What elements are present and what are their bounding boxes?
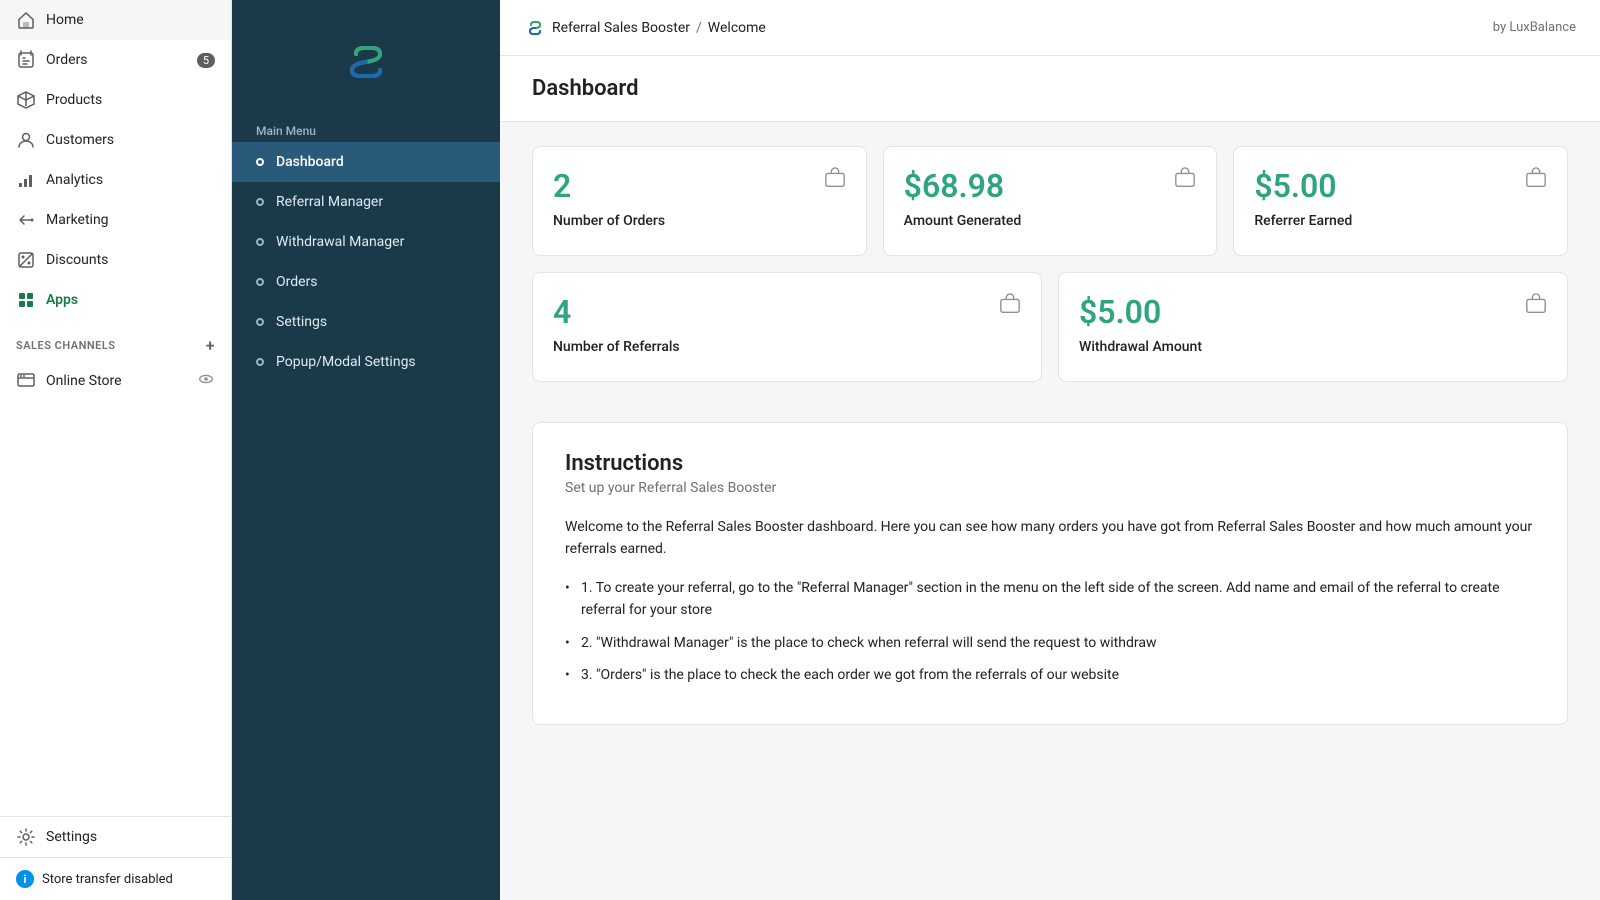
app-sidebar: Main Menu Dashboard Referral Manager Wit… — [232, 0, 500, 900]
bag-icon-amount — [1174, 167, 1196, 194]
content-area: Dashboard 2 Number of Orders $68.98 — [500, 56, 1600, 900]
dot-icon — [256, 358, 264, 366]
stat-value-num-referrals: 4 — [553, 293, 571, 331]
stat-card-header: $5.00 — [1079, 293, 1547, 331]
sidebar-item-settings[interactable]: Settings — [0, 817, 231, 857]
stat-label-amount-generated: Amount Generated — [904, 213, 1197, 229]
marketing-label: Marketing — [46, 212, 109, 228]
dot-icon — [256, 158, 264, 166]
dot-icon — [256, 278, 264, 286]
breadcrumb-separator: / — [696, 20, 702, 36]
breadcrumb: Referral Sales Booster / Welcome — [524, 17, 766, 39]
dot-icon — [256, 198, 264, 206]
bag-icon-referrer — [1525, 167, 1547, 194]
sidebar-item-online-store[interactable]: Online Store — [0, 359, 231, 403]
top-bar: Referral Sales Booster / Welcome by LuxB… — [500, 0, 1600, 56]
stat-value-withdrawal-amount: $5.00 — [1079, 293, 1161, 331]
stat-value-amount-generated: $68.98 — [904, 167, 1005, 205]
info-icon: i — [16, 870, 34, 888]
app-sidebar-item-withdrawal-manager[interactable]: Withdrawal Manager — [232, 222, 500, 262]
app-sidebar-item-orders[interactable]: Orders — [232, 262, 500, 302]
app-sidebar-item-dashboard[interactable]: Dashboard — [232, 142, 500, 182]
sidebar-item-apps[interactable]: Apps — [0, 280, 231, 320]
analytics-icon — [16, 170, 36, 190]
stat-label-num-referrals: Number of Referrals — [553, 339, 1021, 355]
stat-label-num-orders: Number of Orders — [553, 213, 846, 229]
dashboard-title: Dashboard — [532, 76, 1568, 101]
sidebar-item-customers[interactable]: Customers — [0, 120, 231, 160]
by-label: by LuxBalance — [1493, 20, 1576, 35]
stat-card-withdrawal-amount: $5.00 Withdrawal Amount — [1058, 272, 1568, 382]
stat-value-referrer-earned: $5.00 — [1254, 167, 1336, 205]
orders-badge: 5 — [197, 53, 215, 68]
bag-icon-orders — [824, 167, 846, 194]
stat-card-num-orders: 2 Number of Orders — [532, 146, 867, 256]
bag-icon-withdrawal — [1525, 293, 1547, 320]
stat-value-num-orders: 2 — [553, 167, 571, 205]
online-store-icon — [16, 369, 36, 393]
sidebar-item-analytics[interactable]: Analytics — [0, 160, 231, 200]
breadcrumb-app-name: Referral Sales Booster — [552, 20, 690, 36]
store-transfer-bar: i Store transfer disabled — [0, 857, 231, 900]
instructions-subtitle: Set up your Referral Sales Booster — [565, 480, 1535, 496]
app-sidebar-item-referral-manager[interactable]: Referral Manager — [232, 182, 500, 222]
dot-icon — [256, 238, 264, 246]
dot-icon — [256, 318, 264, 326]
stat-label-referrer-earned: Referrer Earned — [1254, 213, 1547, 229]
app-sidebar-section-label: Main Menu — [232, 116, 500, 142]
shopify-nav: Home Orders 5 Products Customers Analy — [0, 0, 231, 320]
instructions-title: Instructions — [565, 451, 1535, 476]
bag-icon-referrals — [999, 293, 1021, 320]
apps-icon — [16, 290, 36, 310]
sidebar-item-orders[interactable]: Orders 5 — [0, 40, 231, 80]
sales-channels-section: SALES CHANNELS + — [0, 320, 231, 359]
stat-card-amount-generated: $68.98 Amount Generated — [883, 146, 1218, 256]
instructions-section: Instructions Set up your Referral Sales … — [532, 422, 1568, 725]
app-logo — [232, 0, 500, 116]
dashboard-header: Dashboard — [500, 56, 1600, 122]
stats-row-2: 4 Number of Referrals $5.00 Withdra — [532, 272, 1568, 382]
products-icon — [16, 90, 36, 110]
sidebar-item-discounts[interactable]: Discounts — [0, 240, 231, 280]
marketing-icon — [16, 210, 36, 230]
instructions-step-3: 3. "Orders" is the place to check the ea… — [565, 664, 1535, 686]
stat-card-header: $5.00 — [1254, 167, 1547, 205]
customers-icon — [16, 130, 36, 150]
settings-icon — [16, 827, 36, 847]
stat-card-header: 4 — [553, 293, 1021, 331]
instructions-intro: Welcome to the Referral Sales Booster da… — [565, 516, 1535, 561]
instructions-step-2: 2. "Withdrawal Manager" is the place to … — [565, 632, 1535, 654]
orders-icon — [16, 50, 36, 70]
sidebar-item-products[interactable]: Products — [0, 80, 231, 120]
instructions-list: 1. To create your referral, go to the "R… — [565, 577, 1535, 687]
main-content: Referral Sales Booster / Welcome by LuxB… — [500, 0, 1600, 900]
discounts-icon — [16, 250, 36, 270]
add-sales-channel-button[interactable]: + — [206, 336, 215, 355]
stat-label-withdrawal-amount: Withdrawal Amount — [1079, 339, 1547, 355]
app-sidebar-item-settings[interactable]: Settings — [232, 302, 500, 342]
shopify-sidebar: Home Orders 5 Products Customers Analy — [0, 0, 232, 900]
instructions-step-1: 1. To create your referral, go to the "R… — [565, 577, 1535, 622]
app-sidebar-item-popup-modal-settings[interactable]: Popup/Modal Settings — [232, 342, 500, 382]
stat-card-header: $68.98 — [904, 167, 1197, 205]
eye-icon — [197, 370, 215, 392]
home-icon — [16, 10, 36, 30]
sidebar-item-home[interactable]: Home — [0, 0, 231, 40]
stats-row-1: 2 Number of Orders $68.98 Amount Ge — [532, 146, 1568, 256]
stat-card-referrer-earned: $5.00 Referrer Earned — [1233, 146, 1568, 256]
sidebar-item-marketing[interactable]: Marketing — [0, 200, 231, 240]
sidebar-bottom: Settings i Store transfer disabled — [0, 816, 231, 900]
breadcrumb-page-name: Welcome — [708, 20, 766, 36]
stats-section: 2 Number of Orders $68.98 Amount Ge — [500, 122, 1600, 422]
stat-card-header: 2 — [553, 167, 846, 205]
stat-card-num-referrals: 4 Number of Referrals — [532, 272, 1042, 382]
